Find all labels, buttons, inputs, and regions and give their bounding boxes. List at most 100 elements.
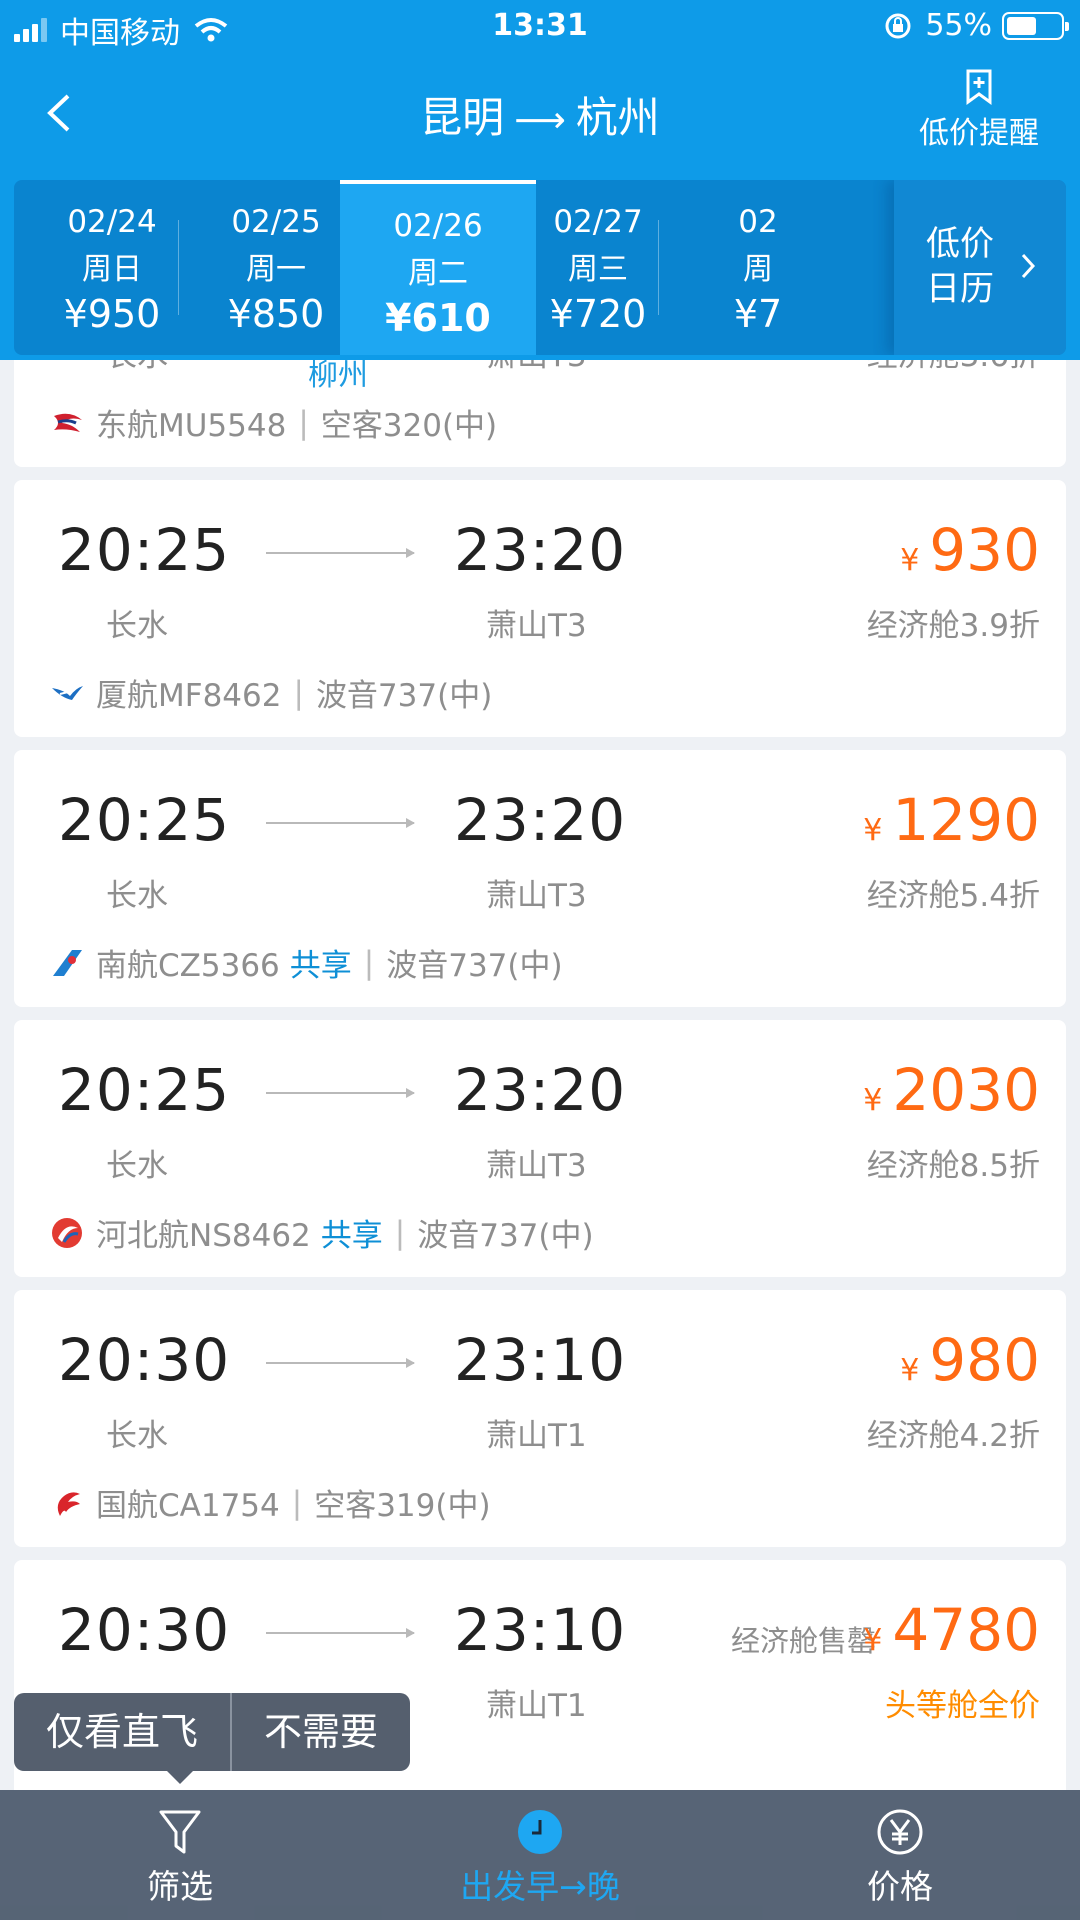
departure-airport: 长水 (106, 608, 168, 644)
flight-arrow (266, 818, 415, 828)
arrival-airport: 萧山T1 (486, 1418, 587, 1454)
yen-icon (877, 1809, 923, 1855)
fare-note: 头等舱全价 (885, 1688, 1040, 1724)
departure-airport: 长水 (106, 1148, 168, 1184)
flight-list: 长水 柳州 萧山T3 经济舱3.6折 东航MU5548 | 空客320(中) 2… (14, 360, 1066, 1790)
calendar-label: 低价 日历 (926, 224, 994, 309)
airline-flight-number: 国航CA1754 (96, 1488, 280, 1524)
soldout-label: 经济舱售罄 (730, 1624, 876, 1658)
cabin-discount: 经济舱8.5折 (866, 1148, 1040, 1184)
navbar: 昆明 ⟶ 杭州 低价提醒 (0, 60, 1080, 170)
aircraft-type: 空客320(中) (320, 408, 498, 444)
arrival-time: 23:20 (454, 786, 627, 854)
departure-time: 20:25 (58, 1056, 231, 1124)
arrival-time: 23:20 (454, 516, 627, 584)
codeshare-tag: 共享 (289, 948, 352, 984)
status-bar: 中国移动 13:31 55% (0, 0, 1080, 54)
filter-label: 筛选 (147, 1867, 213, 1906)
weekday-label: 周 (743, 252, 773, 287)
airline-info: 国航CA1754 | 空客319(中) (50, 1480, 491, 1525)
low-price-calendar-button[interactable]: 低价 日历 (894, 180, 1066, 355)
battery-percent: 55% (925, 8, 992, 43)
cabin-discount: 经济舱3.6折 (867, 360, 1040, 375)
header: 中国移动 13:31 55% 昆明 ⟶ 杭州 低价提醒 02/24 周日 ¥95… (0, 0, 1080, 360)
airline-info: 南航CZ5366 共享 | 波音737(中) (50, 940, 563, 985)
divider: | (394, 1214, 406, 1251)
sort-price-tab[interactable]: 价格 (770, 1790, 1030, 1920)
rotation-lock-icon (885, 13, 911, 38)
departure-time: 20:30 (58, 1326, 231, 1394)
hebei-airlines-logo (52, 1217, 82, 1248)
departure-time: 20:30 (58, 1596, 231, 1664)
flight-arrow (266, 1628, 415, 1638)
flight-price: ¥1290 (863, 786, 1040, 854)
flight-card[interactable]: 20:30 23:10 长水 萧山T1 ¥980 经济舱4.2折 国航CA175… (14, 1290, 1066, 1547)
flight-arrow (266, 548, 415, 558)
price-alert-label: 低价提醒 (919, 116, 1039, 151)
filter-tab[interactable]: 筛选 (50, 1790, 310, 1920)
cabin-discount: 经济舱5.4折 (866, 878, 1040, 914)
airline-flight-number: 南航CZ5366 (96, 948, 280, 984)
destination-city: 杭州 (575, 93, 660, 142)
sort-time-label: 出发早→晚 (460, 1867, 620, 1906)
date-selector: 02/24 周日 ¥950 02/25 周一 ¥850 02/26 周二 ¥61… (14, 180, 1066, 355)
date-label: 02 (738, 204, 778, 240)
airline-flight-number: 厦航MF8462 (96, 678, 282, 714)
flight-price: ¥2030 (863, 1056, 1040, 1124)
stopover-city: 柳州 (308, 360, 368, 393)
arrival-time: 23:20 (454, 1056, 627, 1124)
xiamen-airlines-logo (52, 685, 83, 700)
arrival-airport: 萧山T1 (486, 1688, 587, 1724)
clock-icon (518, 1810, 562, 1854)
flight-price: ¥930 (900, 516, 1040, 584)
departure-airport: 长水 (106, 878, 168, 914)
aircraft-type: 波音737(中) (386, 948, 563, 984)
origin-city: 昆明 (420, 93, 505, 142)
arrival-airport: 萧山T3 (486, 1148, 587, 1184)
dismiss-button[interactable]: 不需要 (232, 1693, 410, 1771)
arrival-time: 23:10 (454, 1596, 627, 1664)
divider: | (363, 944, 375, 981)
arrival-airport: 萧山T3 (486, 360, 587, 375)
arrival-time: 23:10 (454, 1326, 627, 1394)
bookmark-plus-icon (966, 69, 992, 105)
flight-price: ¥4780 (863, 1596, 1040, 1664)
departure-airport: 长水 (106, 1418, 168, 1454)
departure-airport: 长水 (106, 360, 168, 375)
china-eastern-logo (54, 413, 82, 432)
codeshare-tag: 共享 (320, 1218, 383, 1254)
divider: | (298, 404, 309, 441)
divider (658, 220, 659, 315)
sort-time-tab[interactable]: 出发早→晚 (410, 1790, 670, 1920)
flight-card[interactable]: 20:25 23:20 长水 萧山T3 ¥930 经济舱3.9折 厦航MF846… (14, 480, 1066, 737)
route-arrow-icon: ⟶ (514, 100, 566, 141)
date-tab[interactable]: 02 周 ¥7 (660, 180, 856, 355)
airline-flight-number: 河北航NS8462 (96, 1218, 311, 1254)
popover-arrow (166, 1770, 194, 1784)
bottom-toolbar: 筛选 出发早→晚 价格 (0, 1790, 1080, 1920)
arrival-airport: 萧山T3 (486, 878, 587, 914)
airline-flight-number: 东航MU5548 (96, 408, 287, 444)
divider: | (293, 674, 304, 711)
flight-arrow (266, 1088, 415, 1098)
filter-icon (159, 1810, 201, 1854)
china-southern-logo (53, 949, 82, 976)
direct-only-button[interactable]: 仅看直飞 (14, 1693, 232, 1771)
air-china-logo (57, 1491, 80, 1516)
flight-card[interactable]: 20:25 23:20 长水 萧山T3 ¥1290 经济舱5.4折 南航CZ53… (14, 750, 1066, 1007)
battery-icon (1002, 11, 1069, 40)
flight-arrow (266, 1358, 415, 1368)
flight-card[interactable]: 20:25 23:20 长水 萧山T3 ¥2030 经济舱8.5折 河北航NS8… (14, 1020, 1066, 1277)
departure-time: 20:25 (58, 516, 231, 584)
aircraft-type: 波音737(中) (315, 678, 493, 714)
divider: | (291, 1484, 303, 1521)
aircraft-type: 波音737(中) (417, 1218, 594, 1254)
flight-card[interactable]: 长水 柳州 萧山T3 经济舱3.6折 东航MU5548 | 空客320(中) (14, 360, 1066, 467)
airline-info: 厦航MF8462 | 波音737(中) (50, 670, 492, 715)
arrival-airport: 萧山T3 (486, 608, 587, 644)
date-price: ¥7 (733, 292, 783, 336)
chevron-right-icon (1021, 253, 1036, 279)
airline-info: 河北航NS8462 共享 | 波音737(中) (50, 1210, 594, 1255)
direct-flight-popover: 仅看直飞 不需要 (14, 1693, 410, 1771)
price-alert-button[interactable]: 低价提醒 (914, 68, 1044, 152)
